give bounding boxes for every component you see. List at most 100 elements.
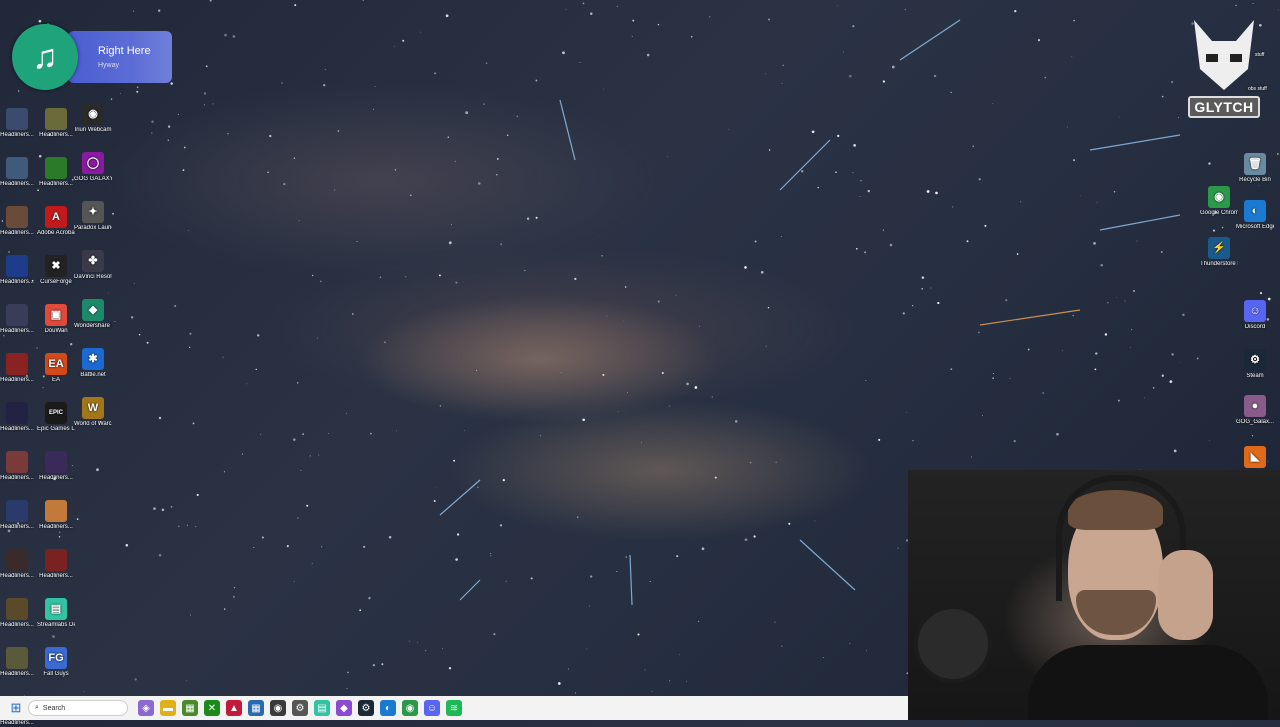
star bbox=[891, 65, 895, 69]
iriun-webcam-icon: ◉ bbox=[82, 103, 104, 125]
app-red-icon[interactable]: ▲ bbox=[226, 700, 242, 716]
desktop-icon-headliners-10[interactable]: Headliners... bbox=[37, 549, 75, 580]
desktop-icon-label: Headliners... bbox=[0, 573, 34, 579]
start-windows-icon[interactable]: ⊞ bbox=[8, 700, 24, 716]
desktop-icon-curseforge-4[interactable]: ✖ CurseForge bbox=[37, 255, 75, 286]
epic-games-launcher-7-icon: EPIC bbox=[45, 402, 67, 424]
desktop-icon-gog-galax-shortcut[interactable]: ● GOG_Galax... - Shortcut bbox=[1236, 395, 1274, 426]
headliners-2-icon bbox=[45, 157, 67, 179]
desktop-icon-headliners-9[interactable]: Headliners... bbox=[37, 500, 75, 531]
desktop-icon-discord[interactable]: ☺ Discord bbox=[1236, 300, 1274, 331]
star bbox=[138, 333, 141, 336]
desktop-icon-recycle-bin[interactable]: 🗑 Recycle Bin bbox=[1236, 153, 1274, 184]
discord-taskbar-icon[interactable]: ☺ bbox=[424, 700, 440, 716]
star bbox=[232, 35, 236, 38]
xbox-icon[interactable]: ✕ bbox=[204, 700, 220, 716]
streamlabs-icon[interactable]: ▤ bbox=[314, 700, 330, 716]
desktop-icon-world-of-warcraft[interactable]: W World of Warcraft bbox=[74, 397, 112, 428]
star bbox=[768, 149, 771, 151]
desktop-icon-epic-games-launcher-7[interactable]: EPIC Epic Games Launcher bbox=[37, 402, 75, 433]
star bbox=[37, 189, 39, 191]
desktop-icon-headliners-1[interactable]: Headliners... bbox=[37, 108, 75, 139]
folder-label-stuff[interactable]: stuff bbox=[1255, 52, 1264, 58]
desktop-icon-wondershare-filmora-14[interactable]: ◆ Wondershare Filmora 14 bbox=[74, 299, 112, 330]
settings-icon[interactable]: ⚙ bbox=[292, 700, 308, 716]
star bbox=[698, 620, 700, 622]
desktop-icon-davinci-resolve[interactable]: ✤ DaVinci Resolve bbox=[74, 250, 112, 281]
desktop-icon-battle-net[interactable]: ✱ Battle.net bbox=[74, 348, 112, 379]
google-chrome-icon: ◉ bbox=[1208, 186, 1230, 208]
desktop-icon-iriun-webcam[interactable]: ◉ Iriun Webcam bbox=[74, 103, 112, 134]
star bbox=[539, 435, 541, 437]
edge-taskbar-icon[interactable]: ◐ bbox=[380, 700, 396, 716]
desktop-icon-headliners-12[interactable]: Headliners... bbox=[0, 647, 36, 678]
star bbox=[203, 104, 206, 106]
star bbox=[362, 0, 365, 1]
desktop-icon-streamlabs-desktop-11[interactable]: ▤ Streamlabs Desktop bbox=[37, 598, 75, 629]
now-playing-widget[interactable]: Right Here Hyway ♫ bbox=[12, 24, 172, 90]
desktop-icon-douwan-5[interactable]: ▣ DouWan bbox=[37, 304, 75, 335]
desktop-icon-headliners-11[interactable]: Headliners... bbox=[0, 598, 36, 629]
copilot-icon[interactable]: ◈ bbox=[138, 700, 154, 716]
desktop-icon-label: Iriun Webcam bbox=[74, 127, 112, 133]
star bbox=[992, 377, 994, 379]
desktop-icon-headliners-1[interactable]: Headliners... bbox=[0, 108, 36, 139]
desktop-icon-headliners-2[interactable]: Headliners... bbox=[37, 157, 75, 188]
desktop-icon-headliners-8[interactable]: Headliners... bbox=[0, 451, 36, 482]
star bbox=[133, 10, 135, 12]
spotify-icon[interactable]: ≋ bbox=[446, 700, 462, 716]
now-playing-card[interactable]: Right Here Hyway bbox=[68, 31, 172, 83]
star bbox=[36, 347, 38, 349]
star bbox=[1080, 195, 1081, 196]
desktop-icon-ea-6[interactable]: EA EA bbox=[37, 353, 75, 384]
calculator-icon[interactable]: ▦ bbox=[248, 700, 264, 716]
desktop-icon-headliners-6[interactable]: Headliners... bbox=[0, 353, 36, 384]
desktop-icon-paradox-launcher-v2[interactable]: ✦ Paradox Launcher v2 bbox=[74, 201, 112, 232]
star bbox=[1073, 19, 1075, 22]
desktop-icon-label: Google Chrome bbox=[1200, 210, 1238, 216]
desktop-icon-adobe-acrobat-3[interactable]: A Adobe Acrobat bbox=[37, 206, 75, 237]
desktop-icon-headliners-7[interactable]: Headliners... bbox=[0, 402, 36, 433]
discord-icon: ☺ bbox=[1244, 300, 1266, 322]
desktop-icon-headliners-9[interactable]: Headliners... bbox=[0, 500, 36, 531]
star bbox=[112, 212, 114, 215]
star bbox=[346, 413, 348, 415]
desktop-icon-google-chrome[interactable]: ◉ Google Chrome bbox=[1200, 186, 1238, 217]
star bbox=[174, 304, 177, 308]
star bbox=[904, 8, 906, 10]
app-purple-icon[interactable]: ◆ bbox=[336, 700, 352, 716]
desktop-icon-steam[interactable]: ⚙ Steam bbox=[1236, 349, 1274, 380]
desktop-icon-thunderstore-mod-mana[interactable]: ⚡ Thunderstore Mod Mana... bbox=[1200, 237, 1238, 268]
desktop-icon-headliners-8[interactable]: Headliners... bbox=[37, 451, 75, 482]
file-explorer-icon[interactable]: ▬ bbox=[160, 700, 176, 716]
star bbox=[667, 156, 668, 157]
minecraft-icon[interactable]: ▦ bbox=[182, 700, 198, 716]
desktop-icon-headliners-4[interactable]: Headliners... bbox=[0, 255, 36, 286]
star bbox=[192, 422, 195, 425]
star bbox=[744, 538, 748, 542]
star bbox=[855, 247, 858, 250]
desktop-icon-label: DaVinci Resolve bbox=[74, 274, 112, 280]
star bbox=[882, 80, 886, 83]
star bbox=[526, 217, 530, 220]
desktop-icon-headliners-5[interactable]: Headliners... bbox=[0, 304, 36, 335]
star bbox=[734, 420, 738, 423]
desktop-icon-headliners-3[interactable]: Headliners... bbox=[0, 206, 36, 237]
star bbox=[502, 478, 505, 482]
steam-taskbar-icon[interactable]: ⚙ bbox=[358, 700, 374, 716]
star bbox=[125, 543, 129, 547]
desktop-icon-headliners-2[interactable]: Headliners... bbox=[0, 157, 36, 188]
chrome-taskbar-icon[interactable]: ◉ bbox=[402, 700, 418, 716]
taskbar-search-box[interactable]: ⌕ Search bbox=[28, 700, 128, 716]
meteor-streak bbox=[559, 99, 576, 161]
desktop-icon-gog-galaxy[interactable]: ◯ GOG GALAXY bbox=[74, 152, 112, 183]
desktop-icon-headliners-10[interactable]: Headliners... bbox=[0, 549, 36, 580]
star bbox=[524, 270, 526, 272]
desktop-icon-label: Microsoft Edge bbox=[1236, 224, 1274, 230]
microphone bbox=[914, 605, 992, 683]
obs-taskbar-icon[interactable]: ◉ bbox=[270, 700, 286, 716]
desktop-icon-fall-guys-12[interactable]: FG Fall Guys bbox=[37, 647, 75, 678]
star bbox=[601, 255, 603, 257]
folder-label-obs-stuff[interactable]: obs stuff bbox=[1248, 86, 1267, 92]
desktop-icon-microsoft-edge[interactable]: ◐ Microsoft Edge bbox=[1236, 200, 1274, 231]
